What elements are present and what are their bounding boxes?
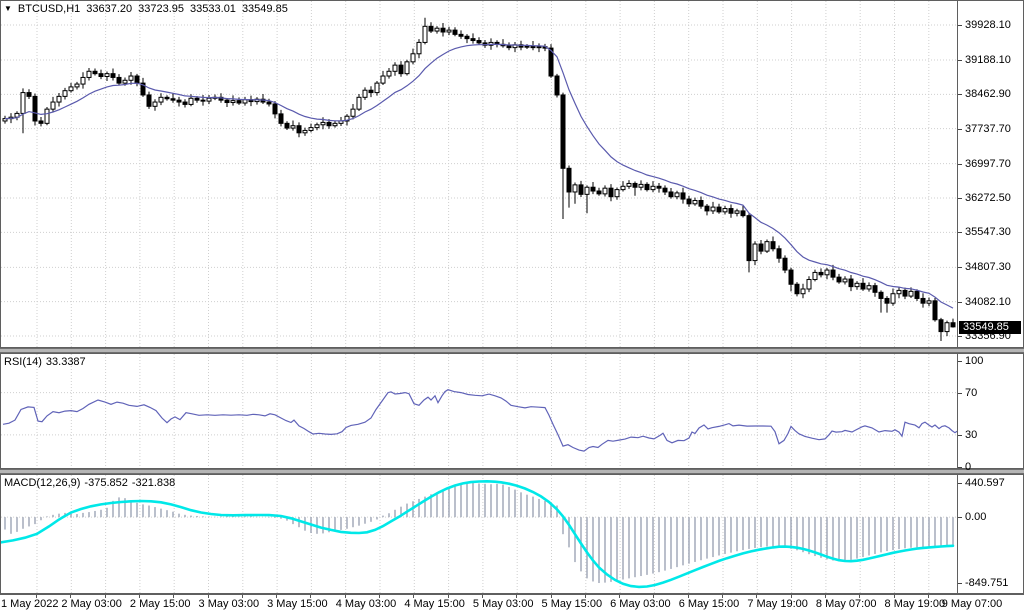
price-scale-label: 37737.70 bbox=[965, 123, 1011, 135]
price-scale[interactable]: 39928.10 39188.10 38462.90 37737.70 36997.70… bbox=[957, 1, 1023, 347]
time-axis-label: 4 May 15:00 bbox=[404, 598, 465, 610]
rsi-scale-label-tick bbox=[958, 467, 962, 468]
rsi-scale-label-tick bbox=[958, 435, 962, 436]
macd-scale-label: -849.751 bbox=[965, 577, 1008, 589]
time-axis-label: 4 May 03:00 bbox=[336, 598, 397, 610]
price-scale-label: 39188.10 bbox=[965, 54, 1011, 66]
rsi-indicator-label: RSI(14) bbox=[4, 356, 42, 368]
macd-panel: MACD(12,26,9) -375.852 -321.838 440.597 0.0… bbox=[0, 474, 1024, 594]
chart-window: ▼ BTCUSD,H1 33637.20 33723.95 33533.01 33549.… bbox=[0, 0, 1024, 613]
macd-plot[interactable] bbox=[1, 475, 957, 593]
current-price-tag: 33549.85 bbox=[959, 321, 1021, 334]
rsi-scale-label-tick bbox=[958, 393, 962, 394]
price-scale-label: 38462.90 bbox=[965, 88, 1011, 100]
rsi-plot[interactable] bbox=[1, 354, 957, 468]
main-chart-plot[interactable] bbox=[1, 1, 957, 347]
price-scale-label: 39928.10 bbox=[965, 19, 1011, 31]
time-axis-label: 2 May 15:00 bbox=[130, 598, 191, 610]
time-axis-label: 5 May 03:00 bbox=[473, 598, 534, 610]
time-axis-label: 7 May 19:00 bbox=[747, 598, 808, 610]
macd-indicator-label: MACD(12,26,9) bbox=[4, 477, 80, 489]
rsi-label-bar: RSI(14) 33.3387 bbox=[4, 356, 90, 368]
macd-scale-label: 440.597 bbox=[965, 477, 1005, 489]
price-scale-label-tick bbox=[958, 25, 962, 26]
time-axis-label: 9 May 07:00 bbox=[942, 598, 1003, 610]
price-scale-label: 34082.10 bbox=[965, 296, 1011, 308]
rsi-scale[interactable]: 10070300 bbox=[957, 354, 1023, 468]
time-axis-label: 8 May 19:00 bbox=[885, 598, 946, 610]
high-value: 33723.95 bbox=[138, 3, 184, 15]
macd-scale-label: 0.00 bbox=[965, 511, 986, 523]
price-scale-label-tick bbox=[958, 232, 962, 233]
symbol-info-bar: ▼ BTCUSD,H1 33637.20 33723.95 33533.01 33549.… bbox=[4, 3, 294, 15]
rsi-scale-label: 70 bbox=[965, 387, 977, 399]
time-axis-label: 3 May 15:00 bbox=[267, 598, 328, 610]
time-axis-label: 5 May 15:00 bbox=[542, 598, 603, 610]
symbol-label: BTCUSD,H1 bbox=[18, 3, 80, 15]
rsi-scale-label: 0 bbox=[965, 461, 971, 473]
price-scale-label-tick bbox=[958, 60, 962, 61]
time-axis-label: 3 May 03:00 bbox=[199, 598, 260, 610]
rsi-value: 33.3387 bbox=[46, 356, 86, 368]
rsi-panel: RSI(14)33.3387 10070300 bbox=[0, 353, 1024, 469]
macd-label-bar: MACD(12,26,9) -375.852 -321.838 bbox=[4, 477, 179, 489]
macd-scale[interactable]: 440.597 0.00 -849.751 bbox=[957, 475, 1023, 593]
macd-main-value: -375.852 bbox=[84, 477, 127, 489]
rsi-scale-label: 30 bbox=[965, 429, 977, 441]
price-scale-label: 34807.30 bbox=[965, 261, 1011, 273]
time-axis-label: 2 May 03:00 bbox=[61, 598, 122, 610]
rsi-scale-label-tick bbox=[958, 361, 962, 362]
price-scale-label-tick bbox=[958, 164, 962, 165]
price-scale-label: 36272.50 bbox=[965, 192, 1011, 204]
macd-scale-label-tick bbox=[958, 583, 962, 584]
macd-scale-label-tick bbox=[958, 483, 962, 484]
low-value: 33533.01 bbox=[190, 3, 236, 15]
price-scale-label-tick bbox=[958, 94, 962, 95]
main-chart-panel: ▼ BTCUSD,H1 33637.20 33723.95 33533.01 33549.… bbox=[0, 0, 1024, 348]
close-value: 33549.85 bbox=[242, 3, 288, 15]
time-axis-label: 1 May 2022 bbox=[1, 598, 58, 610]
macd-signal-value: -321.838 bbox=[132, 477, 175, 489]
price-scale-label: 36997.70 bbox=[965, 158, 1011, 170]
price-scale-label-tick bbox=[958, 336, 962, 337]
price-scale-label-tick bbox=[958, 302, 962, 303]
symbol-dropdown-icon[interactable]: ▼ bbox=[4, 4, 12, 13]
macd-scale-label-tick bbox=[958, 517, 962, 518]
time-axis[interactable]: 1 May 20222 May 03:00 2 May 15:00 3 May 03… bbox=[0, 594, 1024, 613]
time-axis-label: 6 May 15:00 bbox=[679, 598, 740, 610]
price-scale-label: 35547.30 bbox=[965, 226, 1011, 238]
time-axis-label: 6 May 03:00 bbox=[610, 598, 671, 610]
price-scale-label-tick bbox=[958, 129, 962, 130]
time-axis-label: 8 May 07:00 bbox=[816, 598, 877, 610]
open-value: 33637.20 bbox=[86, 3, 132, 15]
price-scale-label-tick bbox=[958, 198, 962, 199]
price-scale-label-tick bbox=[958, 267, 962, 268]
rsi-scale-label: 100 bbox=[965, 355, 983, 367]
